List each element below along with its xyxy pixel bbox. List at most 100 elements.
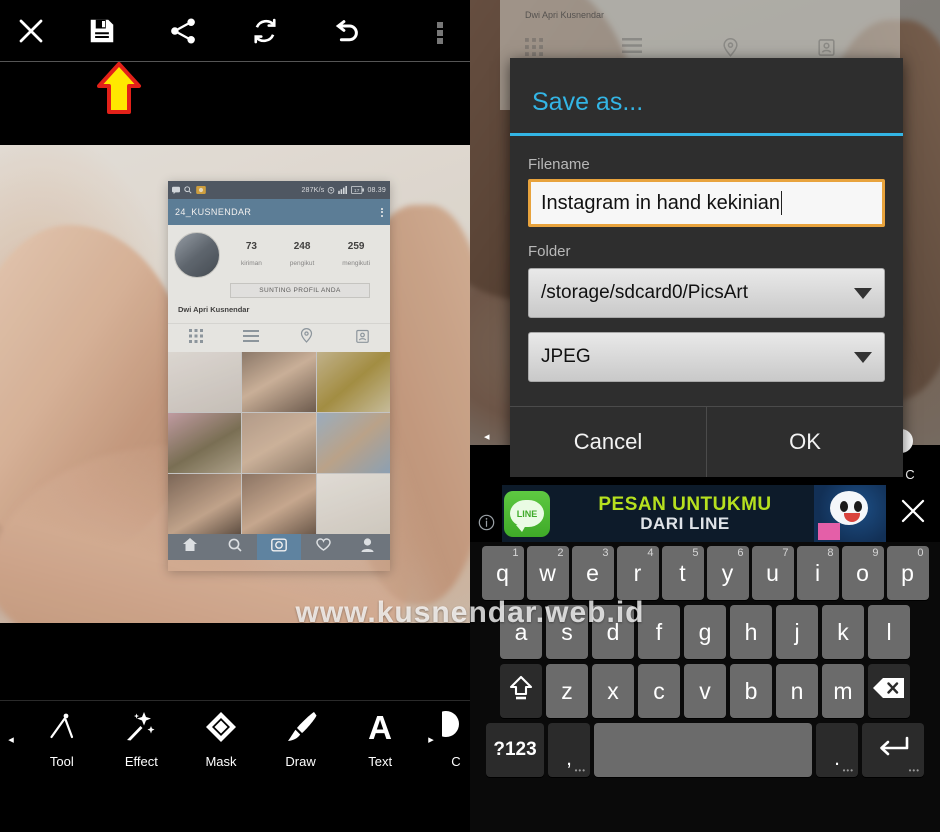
screenshot-root: 287K/s 17 08.39 24_KUSNENDAR 73 kiriman …: [0, 0, 940, 832]
paintbrush-icon: [284, 710, 318, 749]
tools-prev-arrow[interactable]: ◂: [484, 430, 490, 443]
clipped-tool-label: C: [451, 754, 461, 769]
key-o-label: o: [856, 559, 869, 586]
symbols-key[interactable]: ?123: [486, 723, 544, 777]
character-eye-right: [854, 501, 862, 512]
character-eye-left: [840, 501, 848, 512]
tool-button-clipped[interactable]: C: [441, 710, 470, 769]
comma-more-indicator: •••: [574, 766, 586, 775]
key-a[interactable]: a: [500, 605, 542, 659]
gift-box-shape: [818, 523, 840, 540]
undo-button[interactable]: [306, 0, 388, 62]
key-f[interactable]: f: [638, 605, 680, 659]
key-y-num: 6: [737, 547, 744, 559]
tool-button-mask[interactable]: Mask: [181, 710, 261, 769]
space-key[interactable]: [594, 723, 812, 777]
compass-tool-icon: [45, 710, 79, 749]
ad-info-button[interactable]: [470, 485, 502, 542]
filename-label: Filename: [528, 156, 590, 173]
dialog-actions: Cancel OK: [510, 406, 903, 477]
key-p-num: 0: [917, 547, 924, 559]
key-z[interactable]: z: [546, 664, 588, 718]
text-label: Text: [368, 754, 393, 769]
filename-input[interactable]: Instagram in hand kekinian: [528, 179, 885, 227]
effect-label: Effect: [124, 754, 158, 769]
key-g[interactable]: g: [684, 605, 726, 659]
cancel-button[interactable]: Cancel: [510, 407, 706, 477]
editor-canvas[interactable]: 287K/s 17 08.39 24_KUSNENDAR 73 kiriman …: [0, 145, 470, 623]
android-keyboard: 1q 2w 3e 4r 5t 6y 7u 8i 9o 0p a s d f g …: [470, 542, 940, 832]
tool-button-text[interactable]: A Text: [340, 709, 420, 769]
backspace-icon: [872, 676, 906, 706]
ok-button[interactable]: OK: [706, 407, 903, 477]
keyboard-row-2: a s d f g h j k l: [473, 605, 937, 659]
info-icon: [478, 514, 495, 536]
key-e-num: 3: [602, 547, 609, 559]
save-as-dialog: Save as... Filename Instagram in hand ke…: [510, 58, 903, 477]
tool-button-draw[interactable]: Draw: [261, 710, 341, 769]
enter-more-indicator: •••: [908, 766, 920, 775]
key-t[interactable]: 5t: [661, 546, 704, 600]
key-r[interactable]: 4r: [616, 546, 659, 600]
svg-text:A: A: [368, 710, 392, 744]
key-j[interactable]: j: [776, 605, 818, 659]
diamond-mask-icon: [204, 710, 238, 749]
tools-next-arrow[interactable]: ▸: [420, 733, 442, 746]
chevron-down-icon: [854, 351, 872, 363]
overflow-menu-button[interactable]: [436, 0, 470, 62]
key-o[interactable]: 9o: [841, 546, 884, 600]
folder-select[interactable]: /storage/sdcard0/PicsArt: [528, 268, 885, 318]
chevron-down-icon: [854, 287, 872, 299]
key-e[interactable]: 3e: [571, 546, 614, 600]
share-button[interactable]: [142, 0, 224, 62]
backspace-key[interactable]: [868, 664, 910, 718]
comma-key[interactable]: , •••: [548, 723, 590, 777]
enter-key[interactable]: •••: [862, 723, 924, 777]
key-t-num: 5: [692, 547, 699, 559]
key-d[interactable]: d: [592, 605, 634, 659]
key-n[interactable]: n: [776, 664, 818, 718]
instagram-display-name: Dwi Apri Kusnendar: [525, 10, 605, 20]
key-q[interactable]: 1q: [481, 546, 524, 600]
folder-label: Folder: [528, 243, 571, 260]
key-s[interactable]: s: [546, 605, 588, 659]
key-b[interactable]: b: [730, 664, 772, 718]
dialog-spacer: [528, 382, 885, 396]
key-w[interactable]: 2w: [526, 546, 569, 600]
tool-button-tool[interactable]: Tool: [22, 710, 102, 769]
key-p-label: p: [901, 559, 914, 586]
save-button[interactable]: [62, 0, 142, 62]
close-button[interactable]: [0, 0, 62, 62]
key-c[interactable]: c: [638, 664, 680, 718]
key-l[interactable]: l: [868, 605, 910, 659]
text-a-icon: A: [363, 709, 397, 749]
key-v[interactable]: v: [684, 664, 726, 718]
key-x[interactable]: x: [592, 664, 634, 718]
key-w-label: w: [539, 559, 556, 586]
ad-close-button[interactable]: [886, 485, 940, 542]
tools-prev-arrow[interactable]: ◂: [0, 733, 22, 746]
key-k[interactable]: k: [822, 605, 864, 659]
period-key[interactable]: . •••: [816, 723, 858, 777]
key-p[interactable]: 0p: [886, 546, 929, 600]
key-i[interactable]: 8i: [796, 546, 839, 600]
key-m[interactable]: m: [822, 664, 864, 718]
filename-value: Instagram in hand kekinian: [541, 191, 781, 214]
key-e-label: e: [586, 559, 599, 586]
key-u[interactable]: 7u: [751, 546, 794, 600]
format-value: JPEG: [541, 346, 591, 367]
key-u-label: u: [766, 559, 779, 586]
period-more-indicator: •••: [842, 766, 854, 775]
tool-button-effect[interactable]: Effect: [102, 710, 182, 769]
keyboard-row-3: z x c v b n m: [473, 664, 937, 718]
key-y[interactable]: 6y: [706, 546, 749, 600]
canvas-overlay: [0, 145, 470, 623]
format-select[interactable]: JPEG: [528, 332, 885, 382]
key-q-num: 1: [512, 547, 519, 559]
key-h[interactable]: h: [730, 605, 772, 659]
comma-label: ,: [566, 747, 572, 770]
shift-key[interactable]: [500, 664, 542, 718]
redo-button[interactable]: [224, 0, 306, 62]
ad-banner-line[interactable]: LINE PESAN UNTUKMU DARI LINE: [470, 485, 940, 542]
key-r-label: r: [633, 559, 642, 586]
